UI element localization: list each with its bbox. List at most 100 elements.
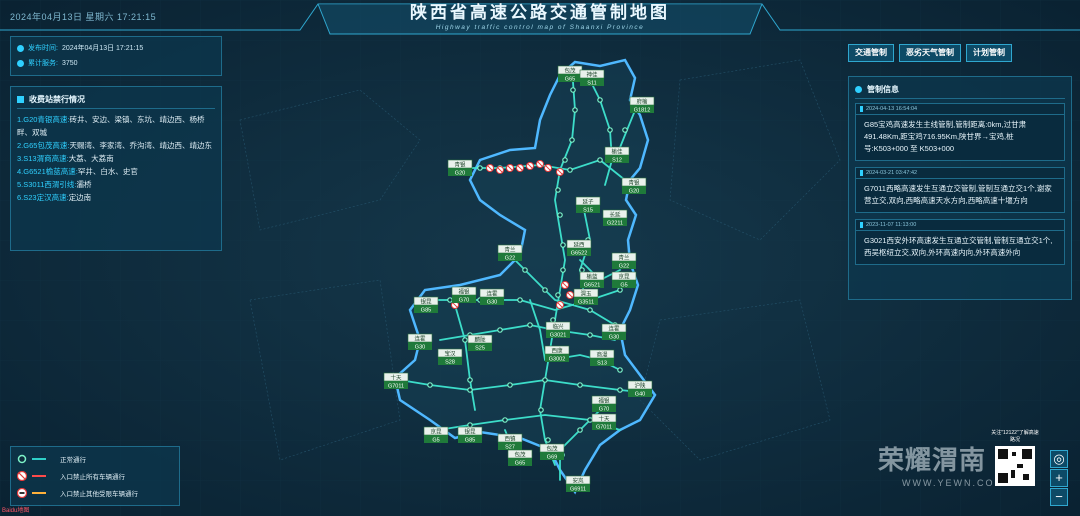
tab-planned-control[interactable]: 计划管制 xyxy=(966,44,1012,62)
highway-label[interactable]: 包茂 G65 xyxy=(507,449,533,467)
control-card[interactable]: 2024-04-13 16:54:04 G85宝鸡高速发生主线管制,管制距离:0k… xyxy=(855,103,1065,161)
station-node[interactable] xyxy=(555,187,561,193)
station-node[interactable] xyxy=(502,417,508,423)
no-entry-all-icon[interactable] xyxy=(561,281,569,289)
highway-label[interactable]: 银昆 G85 xyxy=(457,426,483,444)
station-node[interactable] xyxy=(557,212,563,218)
station-node[interactable] xyxy=(617,387,623,393)
station-node[interactable] xyxy=(560,267,566,273)
station-node[interactable] xyxy=(579,267,585,273)
highway-label[interactable]: 青兰 G22 xyxy=(497,244,523,262)
station-node[interactable] xyxy=(622,127,628,133)
highway-label[interactable]: 十天 G7011 xyxy=(383,372,409,390)
station-node[interactable] xyxy=(572,107,578,113)
control-card[interactable]: 2023-11-07 11:13:00 G3021西安外环高速发生互通立交管制,管… xyxy=(855,219,1065,265)
no-entry-all-icon[interactable] xyxy=(536,160,544,168)
station-node[interactable] xyxy=(587,332,593,338)
station-node[interactable] xyxy=(522,267,528,273)
station-node[interactable] xyxy=(538,407,544,413)
highway-label[interactable]: 青银 G20 xyxy=(621,177,647,195)
highway-label[interactable]: 府榆 G1812 xyxy=(629,96,655,114)
highway-label[interactable]: 神佳 S11 xyxy=(579,69,605,87)
station-node[interactable] xyxy=(607,127,613,133)
highway-label[interactable]: 青银 G20 xyxy=(447,159,473,177)
zoom-in-button[interactable]: + xyxy=(1050,469,1068,487)
highway-label[interactable]: 京昆 G5 xyxy=(611,271,637,289)
no-entry-all-icon[interactable] xyxy=(526,162,534,170)
station-node[interactable] xyxy=(587,307,593,313)
highway-label[interactable]: 安岚 G6911 xyxy=(565,475,591,493)
control-card-text: G7011西略高速发生互通立交管制,管制互通立交1个,谢家营立交,双向,西略高速… xyxy=(864,184,1052,205)
highway-label[interactable]: 麟陇 S25 xyxy=(467,334,493,352)
highway-label[interactable]: 西镇 S27 xyxy=(497,433,523,451)
highway-label[interactable]: 连霍 G30 xyxy=(479,288,505,306)
highway-label[interactable]: 京昆 G5 xyxy=(423,426,449,444)
highway-label[interactable]: 银昆 G85 xyxy=(413,296,439,314)
station-node[interactable] xyxy=(550,317,556,323)
station-node[interactable] xyxy=(447,297,453,303)
station-node[interactable] xyxy=(570,87,576,93)
no-entry-all-icon[interactable] xyxy=(496,166,504,174)
control-card-list[interactable]: 2024-04-13 16:54:04 G85宝鸡高速发生主线管制,管制距离:0k… xyxy=(855,103,1065,265)
station-node[interactable] xyxy=(577,427,583,433)
station-node[interactable] xyxy=(577,382,583,388)
station-node[interactable] xyxy=(542,287,548,293)
highway-label[interactable]: 连霍 G30 xyxy=(601,323,627,341)
no-entry-all-icon[interactable] xyxy=(556,168,564,176)
highway-label[interactable]: 榆佳 S12 xyxy=(604,146,630,164)
highway-name: 延子 xyxy=(582,198,594,206)
station-node[interactable] xyxy=(467,377,473,383)
highway-label[interactable]: 宝汉 S28 xyxy=(437,348,463,366)
station-node[interactable] xyxy=(507,382,513,388)
zoom-out-button[interactable]: − xyxy=(1050,488,1068,506)
station-node[interactable] xyxy=(562,157,568,163)
station-node[interactable] xyxy=(467,422,473,428)
station-node[interactable] xyxy=(497,327,503,333)
highway-label[interactable]: 连霍 G30 xyxy=(407,333,433,351)
no-entry-all-icon[interactable] xyxy=(486,164,494,172)
station-node[interactable] xyxy=(560,242,566,248)
no-entry-all-icon[interactable] xyxy=(556,301,564,309)
station-node[interactable] xyxy=(597,97,603,103)
highway-label[interactable]: 包茂 G65 xyxy=(557,65,583,83)
highway-label[interactable]: 延西 G6522 xyxy=(566,239,592,257)
station-node[interactable] xyxy=(467,387,473,393)
highway-label[interactable]: 延子 S15 xyxy=(575,196,601,214)
no-entry-all-icon[interactable] xyxy=(544,164,552,172)
station-node[interactable] xyxy=(427,382,433,388)
station-node[interactable] xyxy=(567,167,573,173)
locate-icon[interactable]: ◎ xyxy=(1050,450,1068,468)
no-entry-all-icon[interactable] xyxy=(506,164,514,172)
highway-label[interactable]: 西康 G3002 xyxy=(544,345,570,363)
highway-label[interactable]: 长延 G2211 xyxy=(602,209,628,227)
tab-traffic-control[interactable]: 交通管制 xyxy=(848,44,894,62)
highway-label[interactable]: 青兰 G22 xyxy=(611,252,637,270)
station-node[interactable] xyxy=(542,377,548,383)
station-node[interactable] xyxy=(555,292,561,298)
station-node[interactable] xyxy=(587,417,593,423)
station-node[interactable] xyxy=(597,157,603,163)
station-node[interactable] xyxy=(517,297,523,303)
toll-highway: 1.G20青银高速: xyxy=(17,115,70,124)
highway-label[interactable]: 十天 G7011 xyxy=(591,413,617,431)
station-node[interactable] xyxy=(617,367,623,373)
control-card[interactable]: 2024-03-21 03:47:42 G7011西略高速发生互通立交管制,管制互… xyxy=(855,167,1065,213)
highway-label[interactable]: 沪陕 G40 xyxy=(627,380,653,398)
station-node[interactable] xyxy=(527,322,533,328)
legend-label-normal: 正常通行 xyxy=(60,456,86,464)
highway-label[interactable]: 福银 G70 xyxy=(451,286,477,304)
highway-label[interactable]: 福银 G70 xyxy=(591,395,617,413)
no-entry-all-icon[interactable] xyxy=(516,164,524,172)
highway-label[interactable]: 商漫 S13 xyxy=(589,349,615,367)
highway-label[interactable]: 临兴 G3021 xyxy=(545,321,571,339)
station-node[interactable] xyxy=(477,165,483,171)
tab-weather-control[interactable]: 恶劣天气管制 xyxy=(899,44,961,62)
control-card-time-text: 2024-03-21 03:47:42 xyxy=(866,170,918,176)
highway-label[interactable]: 榆蓝 G6521 xyxy=(579,271,605,289)
highway-label[interactable]: 包茂 G69 xyxy=(539,443,565,461)
no-entry-all-icon[interactable] xyxy=(566,291,574,299)
station-node[interactable] xyxy=(569,137,575,143)
highway-label[interactable]: 渭玉 G3511 xyxy=(573,288,599,306)
station-node[interactable] xyxy=(462,337,468,343)
station-node[interactable] xyxy=(545,437,551,443)
